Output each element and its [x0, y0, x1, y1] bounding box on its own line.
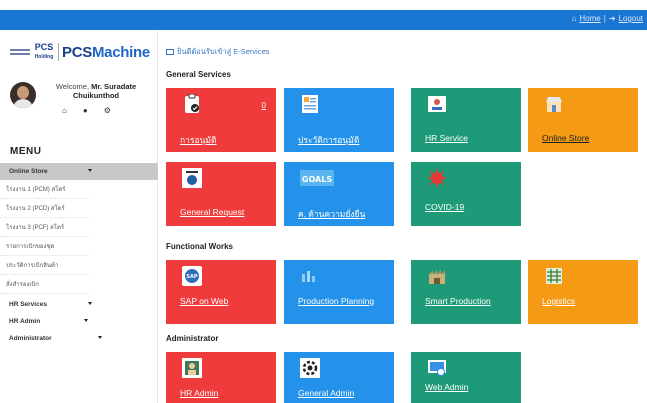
- sidebar-subitem[interactable]: ประวัติการเบิกสินค้า: [0, 256, 90, 275]
- tile-hr-admin[interactable]: HR Admin: [166, 352, 276, 403]
- sidebar-item-hr-services[interactable]: HR Services: [0, 296, 158, 313]
- sidebar-item-administrator[interactable]: Administrator: [0, 330, 158, 347]
- tile-smart-production[interactable]: Smart Production: [411, 260, 521, 324]
- tile-label: HR Service: [425, 133, 468, 143]
- section-title-general: General Services: [166, 70, 231, 79]
- breadcrumb: ยินดีต้อนรับเข้าสู่ E-Services: [166, 46, 270, 58]
- tile-label: SAP on Web: [180, 296, 229, 306]
- factory-icon: [429, 270, 445, 284]
- sidebar-item-hr-admin[interactable]: HR Admin: [0, 313, 158, 330]
- tile-web-admin[interactable]: Web Admin: [411, 352, 521, 403]
- goals-icon: GOALS: [300, 170, 334, 186]
- tile-approval-history[interactable]: ประวัติการอนุมัติ: [284, 88, 394, 152]
- sidebar-menu: Online Store โรงงาน 1 (PCM) สโตร์ โรงงาน…: [0, 163, 158, 347]
- clipboard-check-icon: [185, 94, 199, 113]
- menu-title: MENU: [10, 146, 42, 157]
- approve-count[interactable]: 0: [262, 101, 266, 110]
- request-icon: [182, 168, 202, 188]
- tile-label: การอนุมัติ: [180, 135, 217, 145]
- sap-icon: SAP: [182, 266, 202, 286]
- logout-link[interactable]: Logout: [619, 14, 643, 23]
- top-separator: |: [603, 14, 606, 23]
- chevron-down-icon: [84, 319, 88, 322]
- sidebar-subitem[interactable]: โรงงาน 1 (PCM) สโตร์: [0, 180, 90, 199]
- chevron-down-icon: [88, 302, 92, 305]
- tile-label: Online Store: [542, 133, 590, 143]
- admin-icon: [182, 358, 202, 378]
- user-profile: Welcome, Mr. Suradate Chuikunthod ⌂ ● ⚙: [10, 80, 150, 130]
- tile-label: Web Admin: [425, 382, 469, 392]
- virus-icon: [428, 169, 446, 187]
- profile-actions: ⌂ ● ⚙: [62, 106, 111, 115]
- user-icon[interactable]: ●: [83, 106, 88, 115]
- home-icon[interactable]: ⌂: [572, 14, 577, 23]
- logo-main-text: PCSMachine: [62, 43, 150, 61]
- logistics-icon: [546, 268, 562, 284]
- top-links: ⌂ Home | ➜ Logout: [572, 14, 643, 23]
- tile-label: General Request: [180, 207, 245, 217]
- chevron-down-icon: [88, 169, 92, 172]
- svg-text:GOALS: GOALS: [302, 175, 332, 184]
- tile-approve[interactable]: 0 การอนุมัติ: [166, 88, 276, 152]
- tile-logistics[interactable]: Logistics: [528, 260, 638, 324]
- tile-label: ประวัติการอนุมัติ: [298, 135, 360, 145]
- gear-icon[interactable]: ⚙: [104, 106, 111, 115]
- sidebar-subitem[interactable]: สั่งสำรองเบิก: [0, 275, 90, 294]
- web-admin-icon: [428, 360, 446, 376]
- tile-sap-on-web[interactable]: SAP SAP on Web: [166, 260, 276, 324]
- tile-label: Production Planning: [298, 296, 375, 306]
- logo-small-text: PCS Holding: [34, 42, 54, 61]
- section-title-functional: Functional Works: [166, 242, 233, 251]
- section-title-administrator: Administrator: [166, 334, 219, 343]
- home-icon[interactable]: ⌂: [62, 106, 67, 115]
- planning-icon: [302, 271, 315, 282]
- company-logo[interactable]: PCS Holding PCSMachine: [10, 40, 150, 64]
- logo-wing: [10, 49, 30, 55]
- id-card-icon: [428, 96, 446, 112]
- sidebar-item-online-store[interactable]: Online Store: [0, 163, 158, 180]
- tile-label: General Admin: [298, 388, 355, 398]
- logout-icon[interactable]: ➜: [609, 14, 616, 23]
- sidebar-subitem[interactable]: โรงงาน 3 (PCF) สโตร์: [0, 218, 90, 237]
- report-icon: [302, 95, 318, 113]
- tile-general-request[interactable]: General Request: [166, 162, 276, 226]
- sidebar: PCS Holding PCSMachine Welcome, Mr. Surad…: [0, 30, 158, 403]
- home-link[interactable]: Home: [579, 14, 600, 23]
- avatar: [10, 82, 36, 108]
- tile-hr-service[interactable]: HR Service: [411, 88, 521, 152]
- tile-covid-19[interactable]: COVID-19: [411, 162, 521, 226]
- top-bar: ⌂ Home | ➜ Logout: [0, 10, 647, 30]
- sidebar-subitem[interactable]: รายการเบิกของชุด: [0, 237, 90, 256]
- folder-icon: [166, 49, 174, 55]
- settings-icon: [300, 358, 320, 378]
- chevron-down-icon: [98, 336, 102, 339]
- logo-divider: [58, 43, 59, 61]
- tile-general-admin[interactable]: General Admin: [284, 352, 394, 403]
- tile-goals[interactable]: GOALS ค. ด้านความยั่งยืน: [284, 162, 394, 226]
- tile-label: Smart Production: [425, 296, 491, 306]
- store-icon: [546, 97, 562, 112]
- main-content: ยินดีต้อนรับเข้าสู่ E-Services General S…: [158, 30, 647, 403]
- tile-production-planning[interactable]: Production Planning: [284, 260, 394, 324]
- tile-label: COVID-19: [425, 202, 465, 212]
- tile-label: HR Admin: [180, 388, 219, 398]
- tile-label: ค. ด้านความยั่งยืน: [298, 209, 366, 219]
- tile-label: Logistics: [542, 296, 576, 306]
- sidebar-subitem[interactable]: โรงงาน 2 (PCD) สโตร์: [0, 199, 90, 218]
- svg-text:SAP: SAP: [186, 274, 197, 280]
- tile-online-store[interactable]: Online Store: [528, 88, 638, 152]
- welcome-text: Welcome, Mr. Suradate Chuikunthod: [55, 82, 137, 100]
